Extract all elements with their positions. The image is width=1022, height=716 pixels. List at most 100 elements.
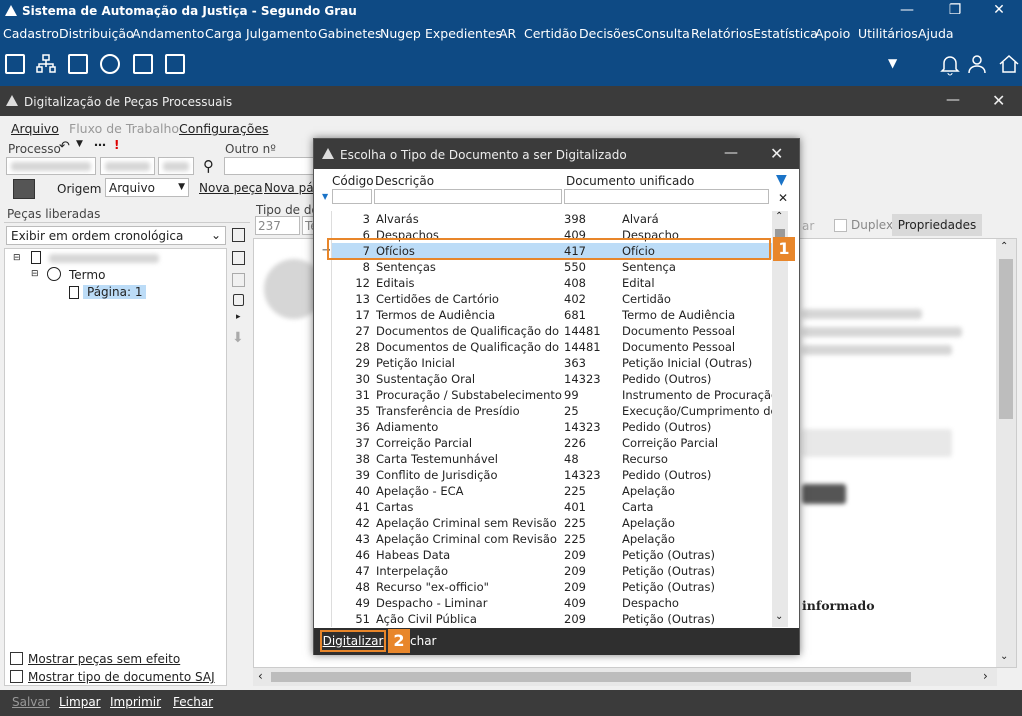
table-row[interactable]: 12 Editais 408 Edital <box>332 275 772 291</box>
table-row[interactable]: 37 Correição Parcial 226 Correição Parcial <box>332 435 772 451</box>
fechar-dialog-button[interactable]: char <box>410 634 437 648</box>
col-descricao-header[interactable]: Descrição <box>375 174 434 188</box>
digitalizar-button[interactable]: Digitalizar <box>320 630 386 652</box>
processo-input-3[interactable] <box>158 157 194 175</box>
users-icon[interactable] <box>968 54 990 74</box>
user-settings-icon[interactable] <box>100 54 120 74</box>
outro-numero-input[interactable] <box>224 157 314 175</box>
table-row[interactable]: 41 Cartas 401 Carta <box>332 499 772 515</box>
menu-relatorios[interactable]: Relatórios <box>691 26 753 41</box>
menu-expedientes[interactable]: Expedientes <box>425 26 502 41</box>
grid-vscrollbar[interactable]: ⌃ ⌄ <box>772 211 788 627</box>
clear-filter-icon[interactable]: ✕ <box>778 191 788 205</box>
close-icon[interactable]: ✕ <box>976 0 1022 22</box>
chevron-down-icon[interactable]: ⌄ <box>1000 651 1008 662</box>
menu-decisoes[interactable]: Decisões <box>579 26 635 41</box>
table-row[interactable]: 8 Sentenças 550 Sentença <box>332 259 772 275</box>
processo-input-2[interactable] <box>100 157 155 175</box>
menu-utilitarios[interactable]: Utilitários <box>858 26 918 41</box>
origem-select[interactable]: Arquivo ▼ <box>105 178 189 197</box>
filter-unificado-input[interactable] <box>564 189 769 204</box>
nova-peca-button[interactable]: Nova peça <box>199 181 263 195</box>
printer-icon[interactable] <box>5 54 25 74</box>
filter-icon[interactable]: ▼ <box>776 172 787 188</box>
search-icon[interactable]: ⚲ <box>203 157 214 175</box>
dropdown-arrow-icon[interactable]: ▼ <box>888 56 900 70</box>
tree-pagina-label[interactable]: Página: 1 <box>83 285 147 299</box>
table-row[interactable]: 42 Apelação Criminal sem Revisão 225 Apelaç… <box>332 515 772 531</box>
fechar-button[interactable]: Fechar <box>173 695 213 709</box>
menu-gabinetes[interactable]: Gabinetes <box>318 26 381 41</box>
imprimir-button[interactable]: Imprimir <box>110 695 161 709</box>
table-row[interactable]: 28 Documentos de Qualificação do Réu14481… <box>332 339 772 355</box>
close-icon[interactable]: ✕ <box>992 91 1005 110</box>
table-row[interactable]: 49 Despacho - Liminar 409 Despacho <box>332 595 772 611</box>
menu-distribuicao[interactable]: Distribuição <box>59 26 134 41</box>
menu-configuracoes[interactable]: Configurações <box>179 121 269 136</box>
collapse-icon[interactable]: ⊟ <box>31 269 39 279</box>
table-row[interactable]: 13 Certidões de Cartório 402 Certidão <box>332 291 772 307</box>
table-row[interactable]: 39 Conflito de Jurisdição 14323 Pedido (Out… <box>332 467 772 483</box>
chevron-up-icon[interactable]: ⌃ <box>1000 241 1008 252</box>
menu-ar[interactable]: AR <box>499 26 516 41</box>
menu-apoio[interactable]: Apoio <box>815 26 850 41</box>
chevron-down-icon[interactable]: ⌄ <box>775 611 783 622</box>
minimize-icon[interactable]: — <box>724 145 738 161</box>
col-unificado-header[interactable]: Documento unificado <box>566 174 694 188</box>
menu-fluxo-trabalho[interactable]: Fluxo de Trabalho <box>69 121 179 136</box>
home-icon[interactable] <box>998 54 1020 74</box>
salvar-button[interactable]: Salvar <box>12 695 50 709</box>
table-row[interactable]: 40 Apelação - ECA 225 Apelação <box>332 483 772 499</box>
table-row[interactable]: 51 Ação Civil Pública 209 Petição (Outras) <box>332 611 772 627</box>
table-row[interactable]: 3 Alvarás 398 Alvará <box>332 211 772 227</box>
menu-arquivo[interactable]: Arquivo <box>11 121 59 136</box>
col-codigo-header[interactable]: Código <box>332 174 374 188</box>
scroll-thumb[interactable] <box>271 672 911 682</box>
table-row[interactable]: 35 Transferência de Presídio 25 Execução/Cu… <box>332 403 772 419</box>
document-add-icon[interactable] <box>232 228 245 242</box>
menu-julgamento[interactable]: Julgamento <box>246 26 317 41</box>
chevron-right-icon[interactable]: ▸ <box>236 312 241 322</box>
menu-carga[interactable]: Carga <box>205 26 242 41</box>
filter-descricao-input[interactable] <box>374 189 562 204</box>
preview-vscrollbar[interactable]: ⌃ ⌄ <box>996 239 1016 667</box>
table-row[interactable]: 47 Interpelação 209 Petição (Outras) <box>332 563 772 579</box>
table-row[interactable]: 30 Sustentação Oral 14323 Pedido (Outros) <box>332 371 772 387</box>
table-row[interactable]: 17 Termos de Audiência 681 Termo de Audiênc… <box>332 307 772 323</box>
chevron-down-icon[interactable]: ▼ <box>76 139 83 149</box>
mostrar-pecas-checkbox[interactable] <box>10 652 23 665</box>
table-row[interactable]: 38 Carta Testemunhável 48 Recurso <box>332 451 772 467</box>
document-remove-icon[interactable] <box>232 251 245 265</box>
tree-termo-label[interactable]: Termo <box>69 268 105 282</box>
ordem-select[interactable]: Exibir em ordem cronológica ⌄ <box>6 226 226 245</box>
table-row[interactable]: 46 Habeas Data 209 Petição (Outras) <box>332 547 772 563</box>
collapse-icon[interactable]: ⊟ <box>13 253 21 263</box>
folder-icon[interactable] <box>68 54 88 74</box>
more-icon[interactable]: ⋯ <box>94 138 106 152</box>
table-row[interactable]: 36 Adiamento 14323 Pedido (Outros) <box>332 419 772 435</box>
table-row[interactable]: 29 Petição Inicial 363 Petição Inicial (Out… <box>332 355 772 371</box>
table-row[interactable]: 31 Procuração / Substabelecimento 99 Instru… <box>332 387 772 403</box>
minimize-icon[interactable]: — <box>884 0 930 22</box>
preview-hscrollbar[interactable]: ‹ › <box>253 668 997 686</box>
menu-nugep[interactable]: Nugep <box>380 26 421 41</box>
table-row[interactable]: 43 Apelação Criminal com Revisão 225 Apelaç… <box>332 531 772 547</box>
duplex-checkbox[interactable] <box>834 219 847 232</box>
processo-input-1[interactable] <box>6 157 96 175</box>
lock-icon[interactable] <box>233 294 244 306</box>
menu-certidao[interactable]: Certidão <box>524 26 577 41</box>
chevron-up-icon[interactable]: ⌃ <box>775 211 783 222</box>
tipo-doc-code-input[interactable]: 237 <box>255 216 300 235</box>
chevron-right-icon[interactable]: › <box>983 669 988 683</box>
table-row[interactable]: 48 Recurso "ex-officio" 209 Petição (Outras… <box>332 579 772 595</box>
bell-icon[interactable] <box>940 54 960 76</box>
close-icon[interactable]: ✕ <box>770 144 783 163</box>
menu-andamento[interactable]: Andamento <box>132 26 204 41</box>
menu-ajuda[interactable]: Ajuda <box>918 26 954 41</box>
filter-codigo-input[interactable] <box>332 189 372 204</box>
propriedades-tab[interactable]: Propriedades <box>892 214 982 236</box>
table-row[interactable]: 27 Documentos de Qualificação do Auto1448… <box>332 323 772 339</box>
limpar-button[interactable]: Limpar <box>59 695 101 709</box>
minimize-icon[interactable]: — <box>946 92 960 108</box>
menu-estatistica[interactable]: Estatística <box>753 26 818 41</box>
